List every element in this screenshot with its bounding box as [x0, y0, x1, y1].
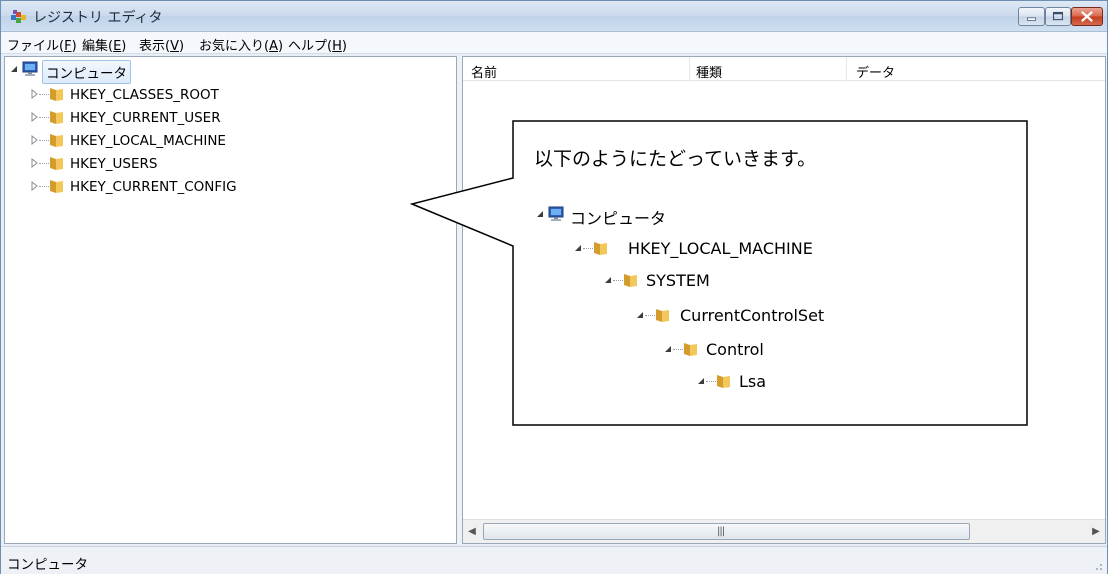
- path-node-label: SYSTEM: [646, 271, 710, 290]
- path-node-label: Lsa: [739, 372, 767, 391]
- key-tree-pane[interactable]: コンピュータ HKEY_CLASSES_ROOT HKEY_CURRENT_US…: [4, 56, 457, 544]
- tree-item-label: HKEY_LOCAL_MACHINE: [70, 133, 226, 149]
- folder-icon: [50, 180, 63, 193]
- computer-icon: [22, 61, 38, 76]
- tree-root-label: コンピュータ: [42, 60, 131, 84]
- window-title: レジストリ エディタ: [33, 10, 163, 26]
- tree-item-label: HKEY_CLASSES_ROOT: [70, 87, 219, 103]
- collapsed-arrow-icon[interactable]: [31, 89, 39, 99]
- menu-view[interactable]: 表示(V): [139, 35, 184, 54]
- values-list-pane[interactable]: 名前 種類 データ ◀ ||| ▶: [462, 56, 1106, 544]
- path-node-label: コンピュータ: [570, 209, 667, 228]
- registry-icon: [11, 10, 26, 23]
- scroll-left-icon[interactable]: ◀: [463, 520, 481, 543]
- menu-bar: ファイル(F) 編集(E) 表示(V) お気に入り(A) ヘルプ(H): [1, 32, 1107, 54]
- path-node: Lsa: [697, 371, 847, 393]
- collapsed-arrow-icon[interactable]: [31, 158, 39, 168]
- folder-icon: [717, 375, 730, 388]
- column-header-name[interactable]: 名前: [471, 62, 497, 81]
- tree-item[interactable]: HKEY_USERS: [5, 153, 445, 175]
- path-node-label: CurrentControlSet: [680, 306, 825, 325]
- path-node: CurrentControlSet: [636, 305, 896, 327]
- menu-help[interactable]: ヘルプ(H): [288, 35, 347, 54]
- path-node-label: Control: [706, 340, 764, 359]
- tree-item[interactable]: HKEY_LOCAL_MACHINE: [5, 130, 445, 152]
- folder-icon: [624, 274, 637, 287]
- folder-icon: [50, 88, 63, 101]
- tree-item-label: HKEY_USERS: [70, 156, 158, 172]
- close-icon: [1081, 11, 1093, 22]
- status-text: コンピュータ: [7, 557, 88, 573]
- resize-grip-icon[interactable]: [1091, 559, 1103, 571]
- column-divider[interactable]: [846, 57, 847, 81]
- tree-item[interactable]: HKEY_CURRENT_CONFIG: [5, 176, 445, 198]
- column-divider[interactable]: [689, 57, 690, 81]
- column-header-type[interactable]: 種類: [696, 62, 722, 81]
- collapsed-arrow-icon[interactable]: [31, 112, 39, 122]
- minimize-icon: [1027, 17, 1036, 21]
- folder-icon: [684, 343, 697, 356]
- title-bar[interactable]: レジストリ エディタ: [1, 1, 1107, 32]
- horizontal-scrollbar[interactable]: ◀ ||| ▶: [463, 519, 1105, 543]
- column-header-data[interactable]: データ: [856, 62, 895, 81]
- collapsed-arrow-icon[interactable]: [31, 181, 39, 191]
- collapsed-arrow-icon[interactable]: [31, 135, 39, 145]
- callout-text: 以下のようにたどっていきます。: [534, 148, 817, 170]
- expanded-arrow-icon[interactable]: [10, 64, 18, 74]
- computer-icon: [548, 206, 564, 221]
- folder-icon: [594, 242, 607, 255]
- path-node: Control: [664, 339, 864, 361]
- menu-edit[interactable]: 編集(E): [82, 35, 126, 54]
- expanded-arrow-icon: [575, 245, 581, 251]
- menu-favorites[interactable]: お気に入り(A): [199, 35, 283, 54]
- path-node-label: HKEY_LOCAL_MACHINE: [628, 239, 813, 258]
- expanded-arrow-icon: [698, 378, 704, 384]
- scrollbar-thumb[interactable]: |||: [483, 523, 970, 540]
- tree-item[interactable]: HKEY_CLASSES_ROOT: [5, 84, 445, 106]
- tree-item-label: HKEY_CURRENT_USER: [70, 110, 221, 126]
- tree-item-label: HKEY_CURRENT_CONFIG: [70, 179, 237, 195]
- folder-icon: [50, 157, 63, 170]
- maximize-icon: [1052, 11, 1064, 21]
- tree-item[interactable]: HKEY_CURRENT_USER: [5, 107, 445, 129]
- expanded-arrow-icon: [665, 346, 671, 352]
- path-node: SYSTEM: [604, 270, 804, 292]
- registry-editor-window: レジストリ エディタ ファイル(F) 編集(E) 表示(V) お気に入り(A) …: [0, 0, 1108, 574]
- menu-file[interactable]: ファイル(F): [7, 35, 77, 54]
- status-bar: コンピュータ: [1, 546, 1107, 574]
- expanded-arrow-icon: [637, 312, 643, 318]
- folder-icon: [50, 111, 63, 124]
- expanded-arrow-icon: [537, 211, 543, 217]
- tree-root-computer[interactable]: コンピュータ: [5, 59, 445, 84]
- folder-icon: [50, 134, 63, 147]
- path-node: HKEY_LOCAL_MACHINE: [574, 238, 874, 260]
- path-node: コンピュータ: [536, 204, 736, 228]
- expanded-arrow-icon: [605, 277, 611, 283]
- minimize-button[interactable]: [1018, 7, 1045, 26]
- close-button[interactable]: [1071, 7, 1103, 26]
- scroll-right-icon[interactable]: ▶: [1087, 520, 1105, 543]
- grip-icon: |||: [717, 526, 725, 537]
- list-header: 名前 種類 データ: [463, 57, 1105, 81]
- maximize-button[interactable]: [1045, 7, 1071, 26]
- folder-icon: [656, 309, 669, 322]
